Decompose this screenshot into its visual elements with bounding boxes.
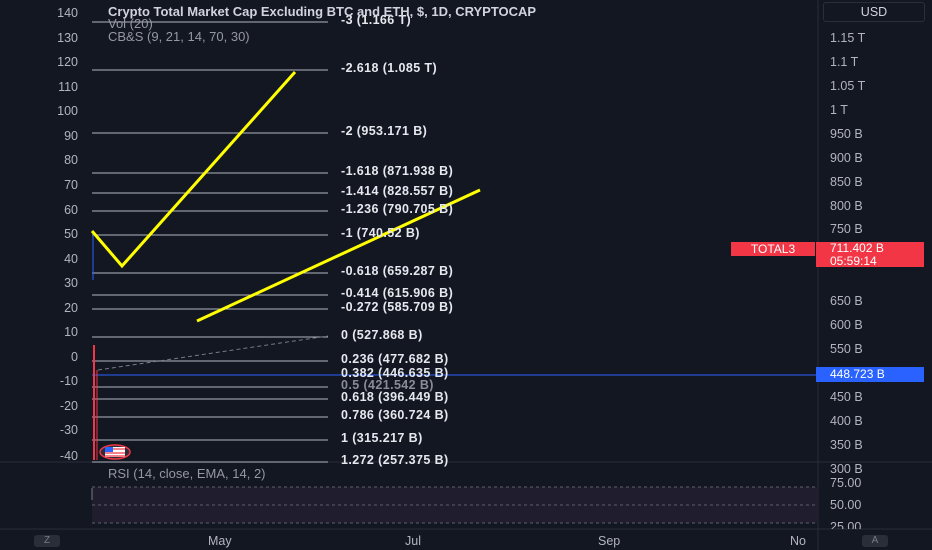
fib-level-label: -0.618 (659.287 B)	[341, 264, 454, 278]
right-axis-tick: 600 B	[830, 318, 863, 332]
dashed-trend-line	[97, 335, 329, 371]
right-axis-tick: 350 B	[830, 438, 863, 452]
right-axis-tick: 1.1 T	[830, 55, 859, 69]
zoom-toggle-button[interactable]: Z	[34, 535, 60, 547]
cbs-indicator-label[interactable]: CB&S (9, 21, 14, 70, 30)	[108, 29, 250, 44]
fib-level-label: -0.414 (615.906 B)	[341, 286, 454, 300]
fib-level-label: -0.272 (585.709 B)	[341, 300, 454, 314]
fib-level-label: -1.414 (828.557 B)	[341, 184, 454, 198]
left-axis-tick: 70	[64, 178, 78, 192]
left-axis-tick: 100	[57, 104, 78, 118]
right-axis-tick: 1 T	[830, 103, 848, 117]
fib-level-label: 0.618 (396.449 B)	[341, 390, 449, 404]
fib-level-label: -2.618 (1.085 T)	[341, 61, 438, 75]
fib-level-label: 1.272 (257.375 B)	[341, 453, 449, 467]
rsi-tick-75: 75.00	[830, 476, 862, 490]
currency-button[interactable]: USD	[823, 2, 925, 22]
last-price-value: 711.402 B	[830, 241, 884, 255]
left-axis-tick: -40	[59, 449, 78, 463]
fib-level-label: -2 (953.171 B)	[341, 124, 428, 138]
left-axis-tick: 50	[64, 227, 78, 241]
auto-scale-button[interactable]: A	[862, 535, 888, 547]
right-axis-tick: 950 B	[830, 127, 863, 141]
fib-lines	[92, 21, 328, 463]
right-axis-tick: 900 B	[830, 151, 863, 165]
left-axis-tick: 90	[64, 129, 78, 143]
left-axis-tick: -10	[59, 374, 78, 388]
right-axis-tick: 1.15 T	[830, 31, 866, 45]
fib-level-label: 1 (315.217 B)	[341, 431, 423, 445]
time-label-sep: Sep	[598, 534, 621, 548]
right-axis-tick: 450 B	[830, 390, 863, 404]
left-axis-tick: 0	[71, 350, 78, 364]
left-axis-tick: -30	[59, 423, 78, 437]
left-axis-tick: 20	[64, 301, 78, 315]
crosshair-price-tag: 448.723 B	[816, 367, 924, 382]
last-price-tag: 711.402 B 05:59:14	[816, 242, 924, 267]
fib-level-label: -1 (740.52 B)	[341, 226, 420, 240]
left-axis-tick: 80	[64, 153, 78, 167]
rsi-tick-50: 50.00	[830, 498, 862, 512]
symbol-tag: TOTAL3	[731, 242, 815, 256]
countdown-value: 05:59:14	[830, 253, 877, 268]
time-label-jul: Jul	[405, 534, 421, 548]
right-axis-tick: 300 B	[830, 462, 863, 476]
rsi-indicator-label[interactable]: RSI (14, close, EMA, 14, 2)	[108, 466, 266, 481]
fib-level-label: 0 (527.868 B)	[341, 328, 423, 342]
right-axis-tick: 1.05 T	[830, 79, 866, 93]
right-axis-tick: 650 B	[830, 294, 863, 308]
right-axis-tick: 800 B	[830, 199, 863, 213]
right-axis-tick: 750 B	[830, 222, 863, 236]
left-axis-tick: 140	[57, 6, 78, 20]
yellow-zigzag-drawing	[90, 71, 297, 269]
us-flag-icon[interactable]	[99, 444, 131, 460]
rsi-tick-25: 25.00	[830, 520, 862, 529]
chart-title: Crypto Total Market Cap Excluding BTC an…	[108, 4, 537, 19]
left-axis-tick: 30	[64, 276, 78, 290]
time-label-may: May	[208, 534, 232, 548]
right-axis-tick: 550 B	[830, 342, 863, 356]
left-axis-tick: 40	[64, 252, 78, 266]
fib-level-label: -1.618 (871.938 B)	[341, 164, 454, 178]
fib-level-label: -1.236 (790.705 B)	[341, 202, 454, 216]
left-axis-tick: 130	[57, 31, 78, 45]
time-label-nov: No	[790, 534, 806, 548]
fib-level-label: 0.236 (477.682 B)	[341, 352, 449, 366]
left-axis-tick: 120	[57, 55, 78, 69]
fib-level-label: 0.786 (360.724 B)	[341, 408, 449, 422]
left-axis-tick: 10	[64, 325, 78, 339]
right-axis-tick: 850 B	[830, 175, 863, 189]
left-axis-tick: -20	[59, 399, 78, 413]
left-axis-tick: 110	[58, 80, 78, 94]
left-axis-tick: 60	[64, 203, 78, 217]
right-axis-tick: 400 B	[830, 414, 863, 428]
